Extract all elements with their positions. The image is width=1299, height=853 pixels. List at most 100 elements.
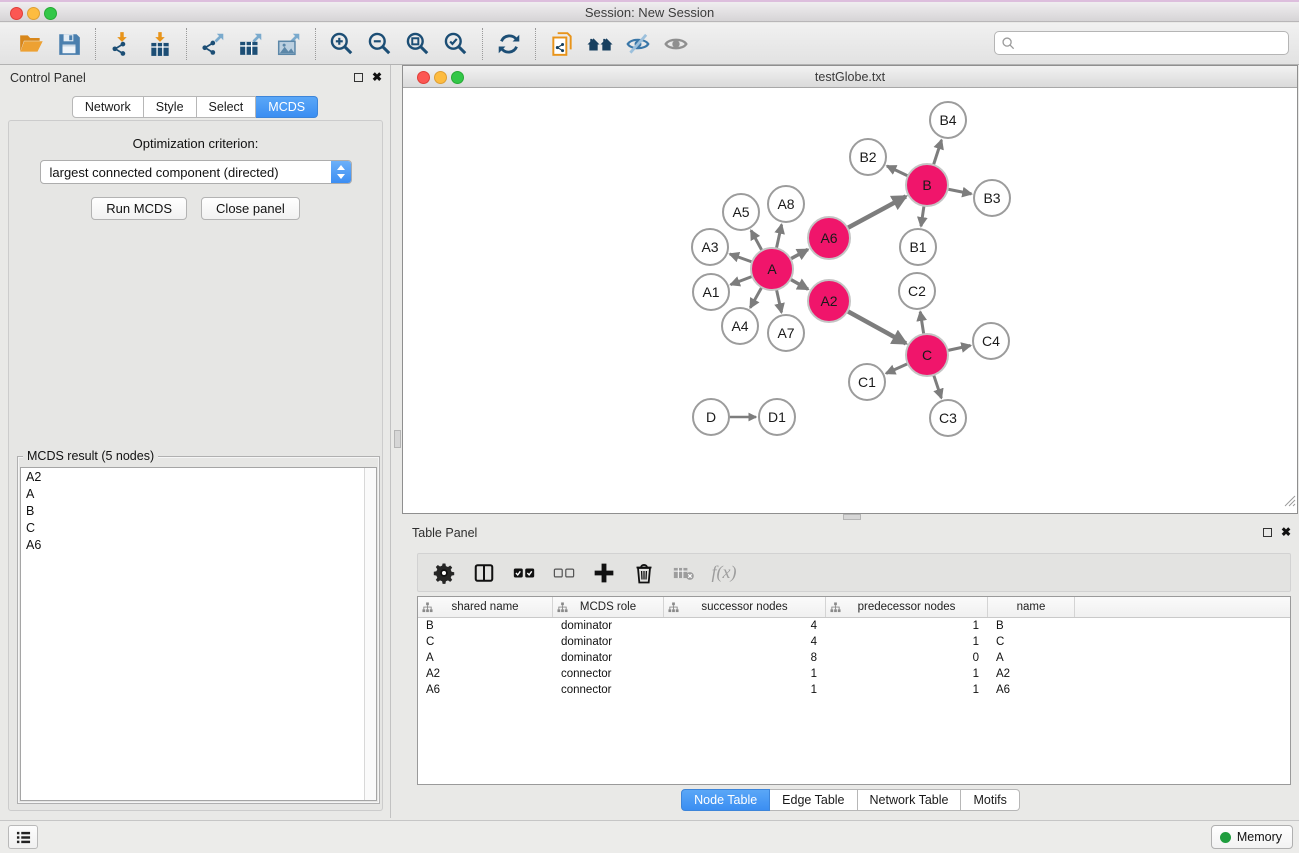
column-chooser-icon[interactable] [468,558,500,588]
cell-shared-name[interactable]: A6 [418,684,553,696]
node-C2[interactable]: C2 [899,273,935,309]
close-table-panel-icon[interactable]: ✖ [1281,527,1291,537]
edge-A-A6[interactable] [790,249,807,259]
cell-MCDS-role[interactable]: connector [553,668,664,680]
node-B1[interactable]: B1 [900,229,936,265]
cell-MCDS-role[interactable]: dominator [553,652,664,664]
export-network-icon[interactable] [194,27,232,61]
zoom-selected-icon[interactable] [437,27,475,61]
mcds-result-item[interactable]: A2 [21,468,376,485]
mcds-result-item[interactable]: A [21,485,376,502]
close-panel-icon[interactable]: ✖ [372,72,382,82]
tab-edge-table[interactable]: Edge Table [770,789,857,811]
cell-successor-nodes[interactable]: 1 [664,668,826,680]
cell-shared-name[interactable]: A [418,652,553,664]
node-A3[interactable]: A3 [692,229,728,265]
edge-B-B2[interactable] [887,166,908,176]
cell-predecessor-nodes[interactable]: 0 [826,652,988,664]
close-panel-button[interactable]: Close panel [201,197,300,220]
edge-B-B1[interactable] [921,206,924,226]
export-table-icon[interactable] [232,27,270,61]
cell-successor-nodes[interactable]: 4 [664,636,826,648]
node-B4[interactable]: B4 [930,102,966,138]
resize-grip-icon[interactable] [1283,494,1296,512]
edge-A2-C[interactable] [847,311,906,343]
mcds-result-item[interactable]: A6 [21,536,376,553]
cell-predecessor-nodes[interactable]: 1 [826,684,988,696]
edge-C-C4[interactable] [948,345,971,350]
mcds-result-item[interactable]: C [21,519,376,536]
column-header-name[interactable]: name [988,597,1075,617]
import-network-icon[interactable] [103,27,141,61]
save-session-icon[interactable] [50,27,88,61]
network-canvas[interactable]: B4B2BB3A8A5A6A3B1AC2A1A2A4A7C4CC1C3DD1 [403,88,1297,513]
node-C3[interactable]: C3 [930,400,966,436]
criterion-dropdown[interactable]: largest connected component (directed) [40,160,352,184]
node-C4[interactable]: C4 [973,323,1009,359]
cell-successor-nodes[interactable]: 4 [664,620,826,632]
edge-C-C2[interactable] [920,312,924,335]
tab-style[interactable]: Style [144,96,197,118]
add-column-icon[interactable] [588,558,620,588]
edge-A-A3[interactable] [730,254,752,262]
node-table[interactable]: shared nameMCDS rolesuccessor nodesprede… [417,596,1291,785]
node-A4[interactable]: A4 [722,308,758,344]
node-B[interactable]: B [906,164,948,206]
table-row[interactable]: Adominator80A [418,650,1290,666]
cell-predecessor-nodes[interactable]: 1 [826,620,988,632]
edge-C-C3[interactable] [934,375,942,398]
edge-C-C1[interactable] [886,364,908,374]
column-header-shared-name[interactable]: shared name [418,597,553,617]
show-eye-icon[interactable] [657,27,695,61]
node-A1[interactable]: A1 [693,274,729,310]
tab-network[interactable]: Network [72,96,144,118]
edge-A-A2[interactable] [790,279,808,289]
column-header-predecessor-nodes[interactable]: predecessor nodes [826,597,988,617]
edge-A-A8[interactable] [776,225,781,249]
float-panel-icon[interactable] [354,73,363,82]
cell-name[interactable]: A2 [988,668,1075,680]
node-C1[interactable]: C1 [849,364,885,400]
node-B2[interactable]: B2 [850,139,886,175]
refresh-layout-icon[interactable] [490,27,528,61]
tab-select[interactable]: Select [197,96,257,118]
table-row[interactable]: Bdominator41B [418,618,1290,634]
tab-node-table[interactable]: Node Table [681,789,770,811]
zoom-out-icon[interactable] [361,27,399,61]
edge-B-B3[interactable] [948,189,972,194]
cell-name[interactable]: A6 [988,684,1075,696]
node-A7[interactable]: A7 [768,315,804,351]
tab-mcds[interactable]: MCDS [256,96,318,118]
edge-A-A1[interactable] [731,276,753,284]
cell-shared-name[interactable]: C [418,636,553,648]
select-all-icon[interactable] [508,558,540,588]
tab-network-table[interactable]: Network Table [858,789,962,811]
home-neighbors-icon[interactable] [581,27,619,61]
list-scrollbar[interactable] [364,468,376,800]
node-A6[interactable]: A6 [808,217,850,259]
cell-shared-name[interactable]: A2 [418,668,553,680]
edge-A6-B[interactable] [847,196,905,228]
table-row[interactable]: A6connector11A6 [418,682,1290,698]
node-C[interactable]: C [906,334,948,376]
node-D1[interactable]: D1 [759,399,795,435]
hide-panel-eye-icon[interactable] [619,27,657,61]
edge-B-B4[interactable] [933,140,941,165]
cell-name[interactable]: A [988,652,1075,664]
edge-A-A7[interactable] [776,290,781,313]
node-B3[interactable]: B3 [974,180,1010,216]
clone-network-icon[interactable] [543,27,581,61]
zoom-fit-icon[interactable] [399,27,437,61]
cell-MCDS-role[interactable]: dominator [553,636,664,648]
open-file-icon[interactable] [12,27,50,61]
float-table-panel-icon[interactable] [1263,528,1272,537]
search-field[interactable] [994,31,1289,55]
mcds-result-item[interactable]: B [21,502,376,519]
cell-name[interactable]: C [988,636,1075,648]
run-mcds-button[interactable]: Run MCDS [91,197,187,220]
cell-MCDS-role[interactable]: dominator [553,620,664,632]
table-row[interactable]: A2connector11A2 [418,666,1290,682]
import-table-icon[interactable] [141,27,179,61]
cell-name[interactable]: B [988,620,1075,632]
zoom-in-icon[interactable] [323,27,361,61]
